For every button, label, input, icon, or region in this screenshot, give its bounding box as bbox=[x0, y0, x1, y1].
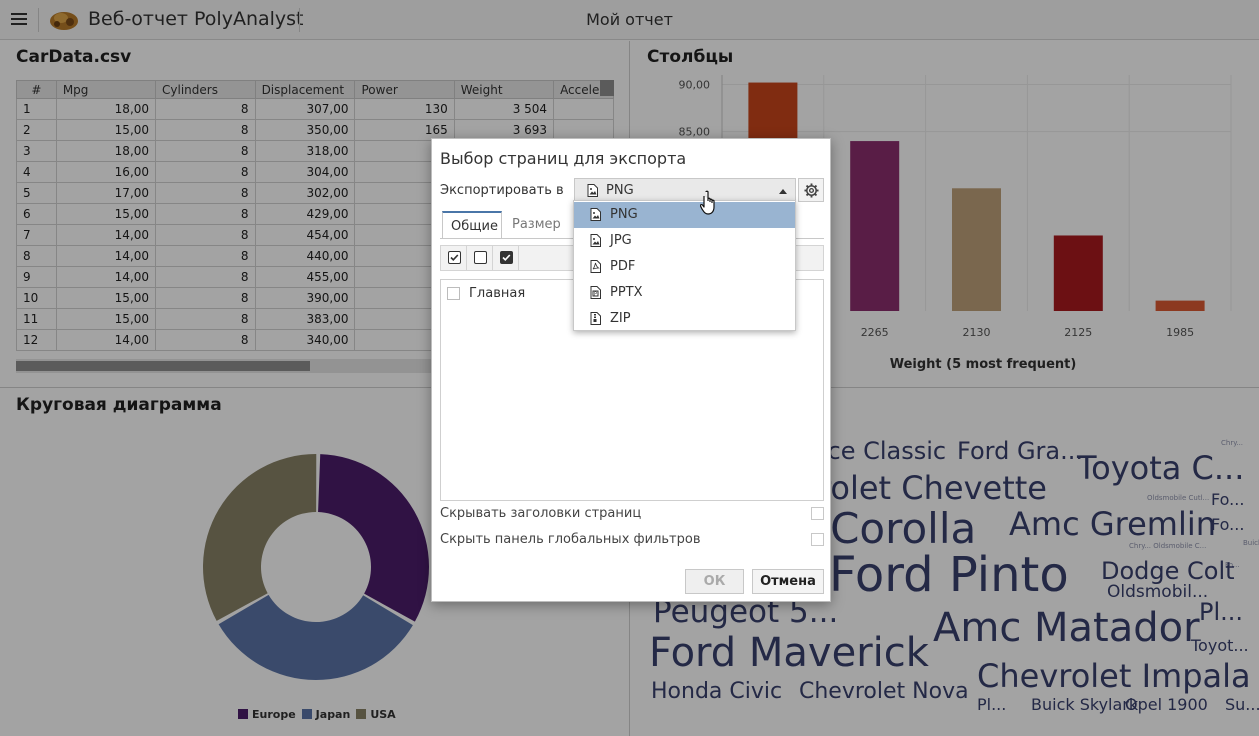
page-label: Главная bbox=[469, 286, 526, 301]
hide-filters-label: Скрыть панель глобальных фильтров bbox=[440, 532, 701, 547]
empty-box-icon bbox=[474, 251, 487, 264]
dialog-title: Выбор страниц для экспорта bbox=[440, 149, 687, 168]
image-file-icon bbox=[590, 234, 601, 247]
hide-headers-checkbox[interactable] bbox=[811, 507, 824, 520]
svg-text:P: P bbox=[594, 292, 597, 298]
caret-up-icon bbox=[779, 189, 787, 194]
ok-button[interactable]: ОК bbox=[685, 569, 744, 594]
format-dropdown: PNG JPG PDF P PPTX ZIP bbox=[573, 200, 796, 331]
zip-file-icon bbox=[590, 312, 601, 325]
export-format-select[interactable]: PNG bbox=[574, 178, 796, 202]
format-option-pdf[interactable]: PDF bbox=[574, 254, 795, 280]
hide-headers-label: Скрывать заголовки страниц bbox=[440, 506, 642, 521]
pptx-file-icon: P bbox=[590, 286, 601, 299]
hide-filters-option: Скрыть панель глобальных фильтров bbox=[440, 532, 824, 550]
filled-check-icon bbox=[500, 251, 513, 264]
image-file-icon bbox=[587, 184, 598, 197]
export-format-label: Экспортировать в bbox=[440, 183, 564, 198]
format-option-label: PPTX bbox=[610, 285, 643, 300]
tab-general[interactable]: Общие bbox=[442, 211, 502, 239]
format-option-jpg[interactable]: JPG bbox=[574, 228, 795, 254]
hand-cursor-icon bbox=[700, 190, 715, 215]
format-option-label: ZIP bbox=[610, 311, 631, 326]
hide-filters-checkbox[interactable] bbox=[811, 533, 824, 546]
image-file-icon bbox=[590, 208, 601, 221]
invert-selection-button[interactable] bbox=[493, 246, 519, 270]
page-checkbox[interactable] bbox=[447, 287, 460, 300]
select-all-button[interactable] bbox=[441, 246, 467, 270]
tab-size[interactable]: Размер bbox=[504, 211, 574, 239]
format-option-pptx[interactable]: P PPTX bbox=[574, 280, 795, 306]
format-option-png[interactable]: PNG bbox=[574, 202, 795, 228]
format-settings-button[interactable] bbox=[798, 178, 824, 202]
hide-headers-option: Скрывать заголовки страниц bbox=[440, 506, 824, 524]
format-option-label: PDF bbox=[610, 259, 636, 274]
gear-icon bbox=[804, 183, 819, 198]
selected-format: PNG bbox=[606, 183, 634, 198]
format-option-zip[interactable]: ZIP bbox=[574, 306, 795, 332]
pdf-file-icon bbox=[590, 260, 601, 273]
format-option-label: PNG bbox=[610, 207, 638, 222]
cancel-button[interactable]: Отмена bbox=[752, 569, 824, 594]
deselect-all-button[interactable] bbox=[467, 246, 493, 270]
checked-box-icon bbox=[448, 251, 461, 264]
format-option-label: JPG bbox=[610, 233, 632, 248]
